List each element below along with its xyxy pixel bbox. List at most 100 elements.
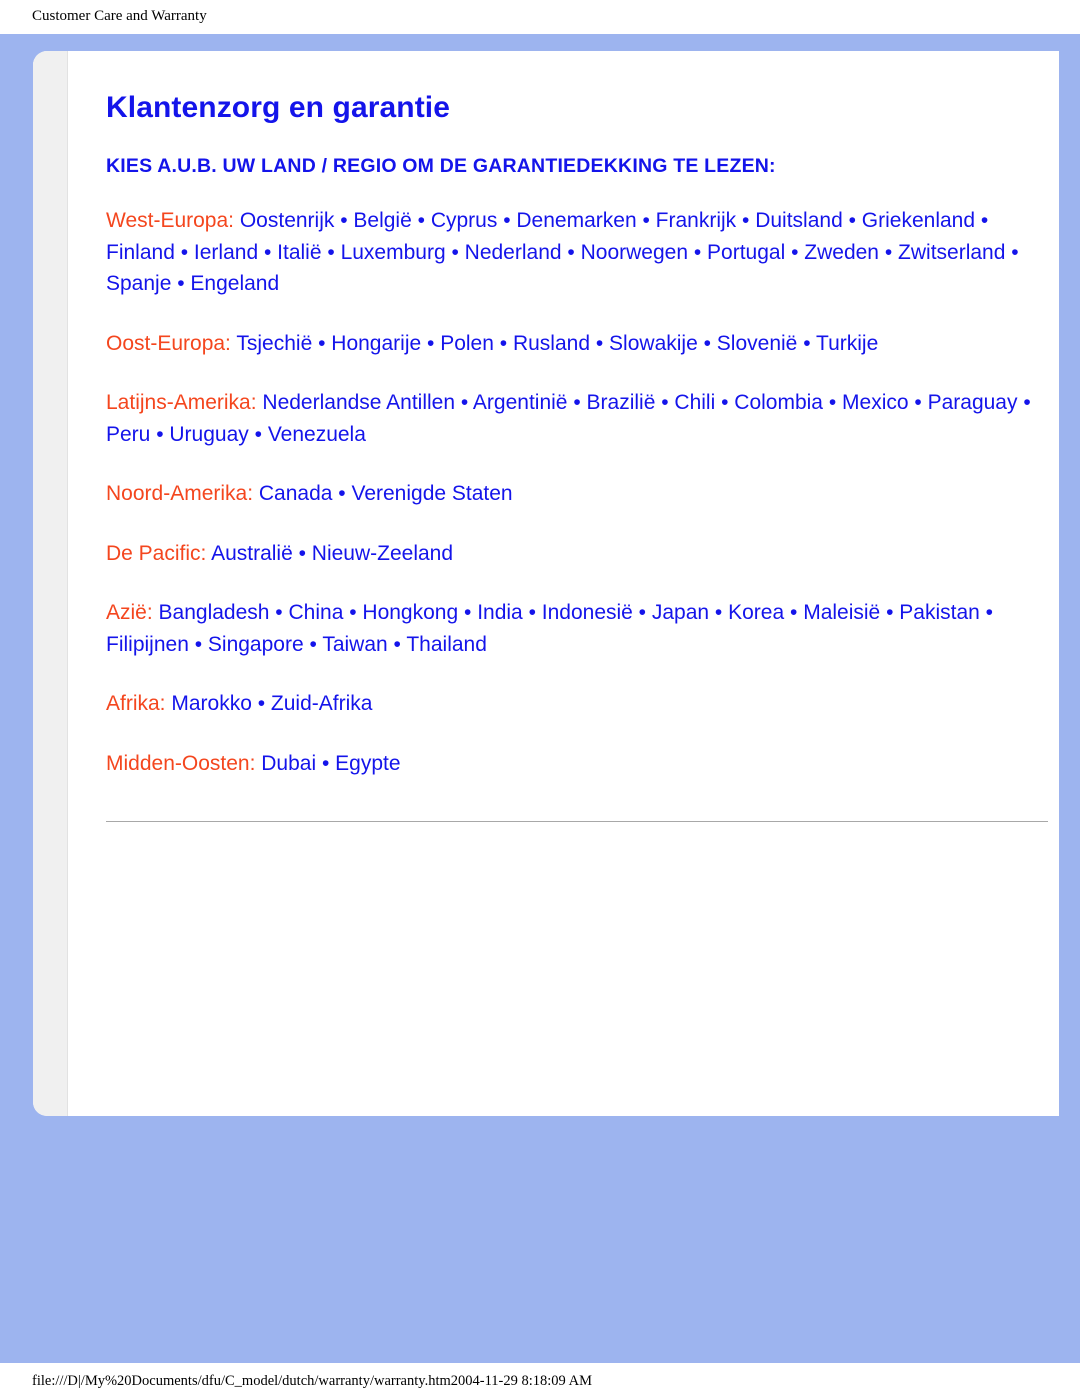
content-divider bbox=[106, 821, 1048, 823]
document-card: Klantenzorg en garantie KIES A.U.B. UW L… bbox=[33, 51, 1059, 1116]
country-link[interactable]: Ierland bbox=[194, 241, 258, 264]
bullet-separator-icon: • bbox=[842, 209, 862, 233]
country-link[interactable]: Verenigde Staten bbox=[351, 482, 512, 505]
bullet-separator-icon: • bbox=[823, 391, 843, 415]
country-link[interactable]: Portugal bbox=[707, 241, 785, 264]
country-link[interactable]: Spanje bbox=[106, 272, 171, 295]
bullet-separator-icon: • bbox=[522, 601, 542, 625]
region-label: Noord-Amerika: bbox=[106, 482, 254, 506]
country-link[interactable]: Frankrijk bbox=[656, 209, 737, 232]
country-link[interactable]: Rusland bbox=[513, 332, 590, 355]
bullet-separator-icon: • bbox=[879, 240, 899, 264]
bullet-separator-icon: • bbox=[497, 209, 517, 233]
region-block: West-Europa: Oostenrijk • België • Cypru… bbox=[106, 205, 1048, 300]
country-link[interactable]: Noorwegen bbox=[581, 241, 688, 264]
country-link[interactable]: Slovenië bbox=[717, 332, 798, 355]
country-link[interactable]: Nederland bbox=[465, 241, 562, 264]
bullet-separator-icon: • bbox=[709, 601, 729, 625]
print-header: Customer Care and Warranty bbox=[32, 8, 207, 24]
country-link[interactable]: Japan bbox=[652, 601, 709, 624]
bullet-separator-icon: • bbox=[303, 632, 323, 656]
country-link[interactable]: Slowakije bbox=[609, 332, 698, 355]
country-link[interactable]: Nieuw-Zeeland bbox=[312, 542, 453, 565]
country-link[interactable]: Peru bbox=[106, 423, 150, 446]
bullet-separator-icon: • bbox=[908, 391, 928, 415]
bullet-separator-icon: • bbox=[632, 601, 652, 625]
country-link[interactable]: Marokko bbox=[171, 692, 252, 715]
bullet-separator-icon: • bbox=[975, 209, 989, 233]
country-link[interactable]: Finland bbox=[106, 241, 175, 264]
country-link[interactable]: Cyprus bbox=[431, 209, 498, 232]
country-link[interactable]: China bbox=[289, 601, 344, 624]
country-link[interactable]: België bbox=[353, 209, 411, 232]
country-link[interactable]: Turkije bbox=[816, 332, 878, 355]
country-link[interactable]: Bangladesh bbox=[159, 601, 270, 624]
bullet-separator-icon: • bbox=[1017, 391, 1031, 415]
country-link[interactable]: Mexico bbox=[842, 391, 909, 414]
country-link[interactable]: Griekenland bbox=[862, 209, 975, 232]
country-link[interactable]: Hongkong bbox=[362, 601, 458, 624]
country-link[interactable]: Italië bbox=[277, 241, 321, 264]
country-link[interactable]: India bbox=[477, 601, 523, 624]
country-link[interactable]: Dubai bbox=[261, 752, 316, 775]
document-body: Klantenzorg en garantie KIES A.U.B. UW L… bbox=[68, 51, 1059, 1116]
country-link[interactable]: Zwitserland bbox=[898, 241, 1005, 264]
bullet-separator-icon: • bbox=[567, 391, 587, 415]
bullet-separator-icon: • bbox=[736, 209, 756, 233]
country-link[interactable]: Taiwan bbox=[322, 633, 387, 656]
country-link[interactable]: Colombia bbox=[734, 391, 823, 414]
country-link[interactable]: Duitsland bbox=[755, 209, 843, 232]
country-link[interactable]: Brazilië bbox=[587, 391, 656, 414]
country-link[interactable]: Hongarije bbox=[331, 332, 421, 355]
bullet-separator-icon: • bbox=[715, 391, 735, 415]
region-block: Noord-Amerika: Canada • Verenigde Staten bbox=[106, 478, 1048, 510]
country-link[interactable]: Pakistan bbox=[899, 601, 980, 624]
country-link[interactable]: Tsjechië bbox=[236, 332, 312, 355]
region-label: Latijns-Amerika: bbox=[106, 391, 257, 415]
country-link[interactable]: Filipijnen bbox=[106, 633, 189, 656]
country-link[interactable]: Zweden bbox=[804, 241, 879, 264]
bullet-separator-icon: • bbox=[312, 331, 332, 355]
country-link[interactable]: Thailand bbox=[406, 633, 487, 656]
country-link[interactable]: Egypte bbox=[335, 752, 400, 775]
country-link[interactable]: Denemarken bbox=[516, 209, 636, 232]
region-label: De Pacific: bbox=[106, 541, 207, 565]
country-link[interactable]: Australië bbox=[211, 542, 293, 565]
country-link[interactable]: Paraguay bbox=[928, 391, 1018, 414]
bullet-separator-icon: • bbox=[411, 209, 431, 233]
country-link[interactable]: Chili bbox=[674, 391, 715, 414]
bullet-separator-icon: • bbox=[455, 391, 473, 415]
country-link[interactable]: Nederlandse Antillen bbox=[262, 391, 455, 414]
bullet-separator-icon: • bbox=[785, 240, 805, 264]
page-title: Klantenzorg en garantie bbox=[106, 91, 451, 124]
region-block: Oost-Europa: Tsjechië • Hongarije • Pole… bbox=[106, 328, 1048, 360]
country-link[interactable]: Maleisië bbox=[803, 601, 880, 624]
bullet-separator-icon: • bbox=[258, 240, 278, 264]
bullet-separator-icon: • bbox=[316, 751, 336, 775]
country-link[interactable]: Korea bbox=[728, 601, 784, 624]
region-block: Midden-Oosten: Dubai • Egypte bbox=[106, 748, 1048, 780]
country-link[interactable]: Oostenrijk bbox=[240, 209, 335, 232]
bullet-separator-icon: • bbox=[636, 209, 656, 233]
bullet-separator-icon: • bbox=[561, 240, 581, 264]
bullet-separator-icon: • bbox=[174, 240, 194, 264]
country-link[interactable]: Argentinië bbox=[473, 391, 568, 414]
region-label: Midden-Oosten: bbox=[106, 751, 256, 775]
country-link[interactable]: Luxemburg bbox=[341, 241, 446, 264]
country-link[interactable]: Venezuela bbox=[268, 423, 366, 446]
country-link[interactable]: Canada bbox=[259, 482, 333, 505]
bullet-separator-icon: • bbox=[332, 482, 352, 506]
bullet-separator-icon: • bbox=[458, 601, 478, 625]
region-list-container: West-Europa: Oostenrijk • België • Cypru… bbox=[106, 205, 1048, 779]
country-link[interactable]: Zuid-Afrika bbox=[271, 692, 373, 715]
country-link[interactable]: Uruguay bbox=[169, 423, 248, 446]
country-link[interactable]: Singapore bbox=[208, 633, 304, 656]
region-block: De Pacific: Australië • Nieuw-Zeeland bbox=[106, 538, 1048, 570]
country-link[interactable]: Indonesië bbox=[542, 601, 633, 624]
bullet-separator-icon: • bbox=[697, 331, 717, 355]
country-link[interactable]: Polen bbox=[440, 332, 494, 355]
document-gutter bbox=[33, 51, 68, 1116]
bullet-separator-icon: • bbox=[251, 692, 271, 716]
page-frame: Klantenzorg en garantie KIES A.U.B. UW L… bbox=[0, 34, 1080, 1363]
country-link[interactable]: Engeland bbox=[190, 272, 279, 295]
